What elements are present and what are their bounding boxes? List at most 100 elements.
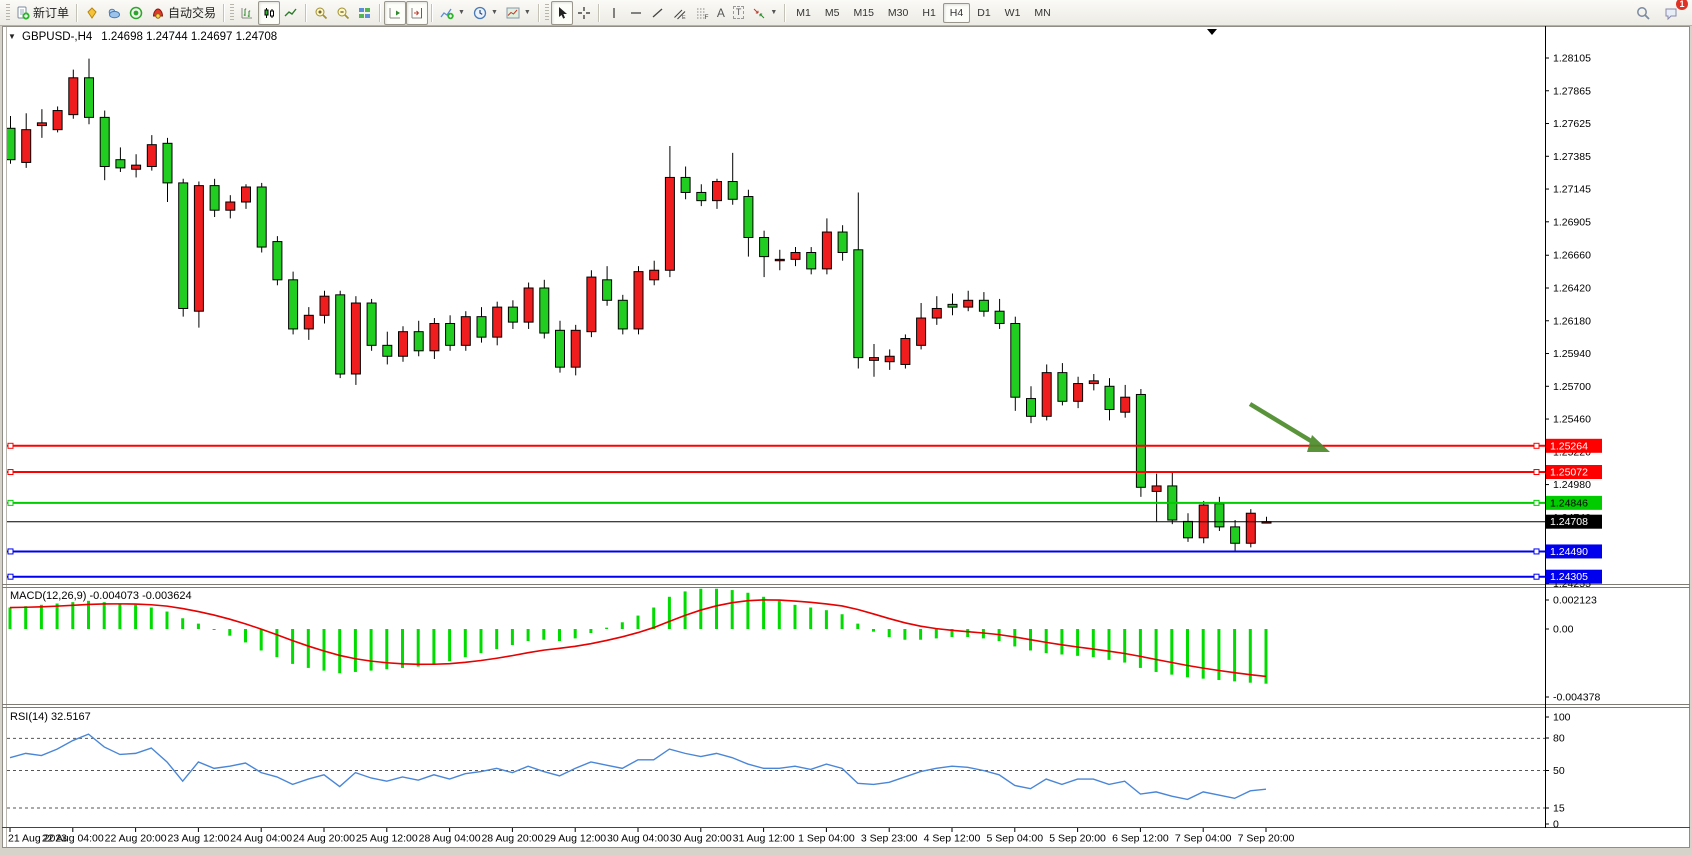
text-button[interactable]: A — [713, 1, 729, 25]
svg-text:1.26660: 1.26660 — [1553, 250, 1591, 262]
macd-indicator-label: MACD(12,26,9) -0.004073 -0.003624 — [10, 590, 192, 602]
chevron-down-icon: ▼ — [770, 9, 777, 16]
timeframe-button-m30[interactable]: M30 — [881, 3, 915, 23]
cursor-button[interactable] — [551, 1, 573, 25]
line-handle[interactable] — [8, 470, 13, 475]
candles-icon — [262, 6, 276, 20]
line-price-label: 1.25072 — [1546, 465, 1602, 479]
line-handle[interactable] — [1534, 549, 1539, 554]
timeframe-button-mn[interactable]: MN — [1027, 3, 1057, 23]
toolbar-separator — [784, 4, 786, 22]
candlestick-chart-button[interactable] — [258, 1, 280, 25]
indicators-button[interactable]: ▼ — [436, 1, 469, 25]
template-icon — [506, 6, 520, 20]
timeframe-button-h4[interactable]: H4 — [943, 3, 970, 23]
styles-button[interactable] — [81, 1, 103, 25]
chart-ohlc-values: 1.24698 1.24744 1.24697 1.24708 — [101, 31, 277, 43]
chevron-down-icon: ▼ — [491, 9, 498, 16]
svg-text:28 Aug 20:00: 28 Aug 20:00 — [481, 833, 543, 845]
svg-text:28 Aug 04:00: 28 Aug 04:00 — [419, 833, 481, 845]
arrows-icon — [752, 6, 766, 20]
tiles-icon — [358, 6, 372, 20]
vline-button[interactable] — [603, 1, 625, 25]
line-handle[interactable] — [1534, 470, 1539, 475]
toolbar-grip — [230, 4, 234, 22]
crosshair-icon — [577, 6, 591, 20]
svg-text:1.27865: 1.27865 — [1553, 85, 1591, 97]
arrows-button[interactable]: ▼ — [748, 1, 781, 25]
svg-text:1.25940: 1.25940 — [1553, 348, 1591, 360]
market-watch-button[interactable] — [103, 1, 125, 25]
svg-text:1.28105: 1.28105 — [1553, 53, 1591, 65]
timeframe-button-h1[interactable]: H1 — [915, 3, 942, 23]
svg-text:5 Sep 04:00: 5 Sep 04:00 — [986, 833, 1043, 845]
periods-button[interactable]: ▼ — [469, 1, 502, 25]
timeframe-button-m5[interactable]: M5 — [818, 3, 847, 23]
label-icon: T — [733, 6, 745, 19]
svg-text:24 Aug 04:00: 24 Aug 04:00 — [230, 833, 292, 845]
robot-icon — [151, 6, 165, 20]
toolbar-separator — [223, 4, 225, 22]
line-price-label: 1.24305 — [1546, 570, 1602, 584]
svg-text:5 Sep 20:00: 5 Sep 20:00 — [1049, 833, 1106, 845]
new-order-button[interactable]: 新订单 — [12, 1, 73, 25]
svg-text:E: E — [682, 15, 686, 20]
time-axis[interactable]: 21 Aug 202322 Aug 04:0022 Aug 20:0023 Au… — [2, 828, 1545, 847]
chevron-down-icon: ▼ — [524, 9, 531, 16]
auto-trading-button[interactable]: 自动交易 — [147, 1, 220, 25]
auto-scroll-icon — [388, 6, 402, 20]
toolbar-grip — [6, 4, 10, 22]
svg-text:7 Sep 04:00: 7 Sep 04:00 — [1175, 833, 1232, 845]
label-button[interactable]: T — [729, 1, 749, 25]
zoom-out-icon — [336, 6, 350, 20]
line-handle[interactable] — [8, 500, 13, 505]
svg-text:1.25700: 1.25700 — [1553, 381, 1591, 393]
chart-shift-button[interactable] — [406, 1, 428, 25]
channel-button[interactable]: E — [669, 1, 691, 25]
timeframe-button-m15[interactable]: M15 — [846, 3, 880, 23]
line-handle[interactable] — [1534, 574, 1539, 579]
vline-icon — [607, 6, 621, 20]
price-chart[interactable]: 1.281051.278651.276251.273851.271451.269… — [0, 0, 1692, 855]
toolbar-separator — [538, 4, 540, 22]
trendline-button[interactable] — [647, 1, 669, 25]
svg-text:1.25072: 1.25072 — [1550, 467, 1588, 479]
fibo-button[interactable]: F — [691, 1, 713, 25]
cursor-icon — [555, 6, 569, 20]
svg-text:0.002123: 0.002123 — [1553, 595, 1597, 607]
line-handle[interactable] — [8, 443, 13, 448]
auto-scroll-button[interactable] — [384, 1, 406, 25]
zoom-in-button[interactable] — [310, 1, 332, 25]
line-handle[interactable] — [8, 574, 13, 579]
svg-text:31 Aug 12:00: 31 Aug 12:00 — [733, 833, 795, 845]
line-handle[interactable] — [8, 549, 13, 554]
line-handle[interactable] — [1534, 500, 1539, 505]
chat-button[interactable]: 1 — [1660, 1, 1682, 25]
signals-button[interactable] — [125, 1, 147, 25]
tile-windows-button[interactable] — [354, 1, 376, 25]
line-price-label: 1.24846 — [1546, 496, 1602, 510]
search-button[interactable] — [1632, 1, 1654, 25]
zoom-out-button[interactable] — [332, 1, 354, 25]
bar-chart-button[interactable] — [236, 1, 258, 25]
svg-text:100: 100 — [1553, 712, 1571, 724]
svg-text:1.24980: 1.24980 — [1553, 479, 1591, 491]
chart-menu-icon[interactable]: ▼ — [8, 32, 16, 41]
timeframe-button-w1[interactable]: W1 — [998, 3, 1028, 23]
svg-text:4 Sep 12:00: 4 Sep 12:00 — [924, 833, 981, 845]
hline-button[interactable] — [625, 1, 647, 25]
crosshair-button[interactable] — [573, 1, 595, 25]
svg-text:30 Aug 20:00: 30 Aug 20:00 — [670, 833, 732, 845]
svg-text:80: 80 — [1553, 733, 1565, 745]
timeframe-button-d1[interactable]: D1 — [970, 3, 997, 23]
svg-text:30 Aug 04:00: 30 Aug 04:00 — [607, 833, 669, 845]
timeframe-button-m1[interactable]: M1 — [789, 3, 818, 23]
price-axis[interactable]: 1.281051.278651.276251.273851.271451.269… — [1545, 26, 1692, 831]
svg-text:1.24305: 1.24305 — [1550, 571, 1588, 583]
signal-icon — [129, 6, 143, 20]
line-handle[interactable] — [1534, 443, 1539, 448]
svg-text:1.24708: 1.24708 — [1550, 516, 1588, 528]
templates-button[interactable]: ▼ — [502, 1, 535, 25]
svg-text:7 Sep 20:00: 7 Sep 20:00 — [1238, 833, 1295, 845]
line-chart-button[interactable] — [280, 1, 302, 25]
